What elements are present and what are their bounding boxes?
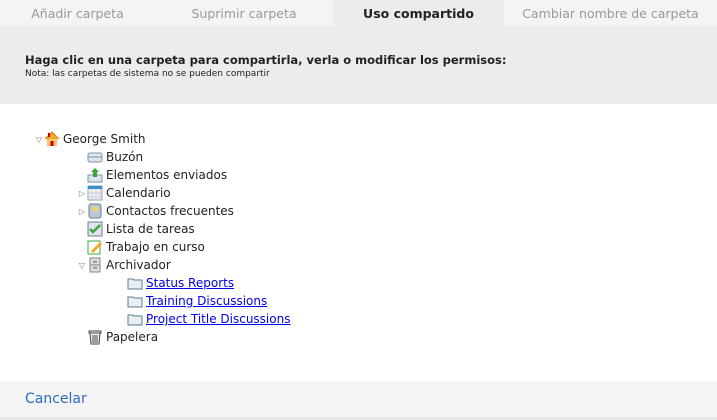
tree-item-archive[interactable]: ▽ Archivador	[77, 256, 171, 274]
tree-item-calendar[interactable]: ▷ Calendario	[77, 184, 171, 202]
calendar-icon	[87, 185, 103, 201]
tree-item-label: Papelera	[106, 330, 159, 344]
cancel-button[interactable]: Cancelar	[25, 391, 87, 407]
tab-rename-folder[interactable]: Cambiar nombre de carpeta	[504, 0, 717, 26]
tree-item-inbox[interactable]: Buzón	[87, 148, 143, 166]
folder-link[interactable]: Status Reports	[146, 276, 234, 290]
tab-bar: Añadir carpeta Suprimir carpeta Uso comp…	[0, 0, 717, 26]
collapse-icon[interactable]: ▽	[34, 135, 44, 144]
tab-sharing[interactable]: Uso compartido	[333, 0, 504, 26]
tree-item-contacts[interactable]: ▷ Contactos frecuentes	[77, 202, 234, 220]
tree-item-label: Elementos enviados	[106, 168, 228, 182]
tree-item-training-discussions[interactable]: Training Discussions	[127, 292, 267, 310]
tree-item-status-reports[interactable]: Status Reports	[127, 274, 234, 292]
footer: Cancelar	[0, 381, 717, 420]
tab-add-folder[interactable]: Añadir carpeta	[0, 0, 155, 26]
folder-icon	[127, 275, 143, 291]
folder-icon	[127, 293, 143, 309]
tree-item-label: Contactos frecuentes	[106, 204, 234, 218]
tree-item-project-title-discussions[interactable]: Project Title Discussions	[127, 310, 290, 328]
drafts-icon	[87, 239, 103, 255]
tree-root-label: George Smith	[63, 132, 146, 146]
trash-icon	[87, 329, 103, 345]
tree-item-label: Calendario	[106, 186, 171, 200]
folder-link[interactable]: Project Title Discussions	[146, 312, 290, 326]
collapse-icon[interactable]: ▽	[77, 261, 87, 270]
contacts-icon	[87, 203, 103, 219]
tree-root[interactable]: ▽ George Smith	[34, 130, 146, 148]
tree-item-label: Trabajo en curso	[106, 240, 205, 254]
tree-item-trash[interactable]: Papelera	[87, 328, 158, 346]
folder-icon	[127, 311, 143, 327]
tree-item-label: Lista de tareas	[106, 222, 195, 236]
instructions-title: Haga clic en una carpeta para compartirl…	[25, 53, 507, 67]
expand-icon[interactable]: ▷	[77, 189, 87, 198]
filing-cabinet-icon	[87, 257, 103, 273]
tree-item-drafts[interactable]: Trabajo en curso	[87, 238, 205, 256]
tree-item-label: Buzón	[106, 150, 144, 164]
tab-delete-folder[interactable]: Suprimir carpeta	[155, 0, 333, 26]
instructions-note: Nota: las carpetas de sistema no se pued…	[25, 69, 270, 79]
instructions-panel: Haga clic en una carpeta para compartirl…	[0, 26, 717, 104]
sent-items-icon	[87, 167, 103, 183]
tree-item-label: Archivador	[106, 258, 171, 272]
tree-item-tasks[interactable]: Lista de tareas	[87, 220, 195, 238]
tasks-icon	[87, 221, 103, 237]
expand-icon[interactable]: ▷	[77, 207, 87, 216]
inbox-icon	[87, 149, 103, 165]
home-icon	[44, 131, 60, 147]
tree-item-sent[interactable]: Elementos enviados	[87, 166, 227, 184]
folder-link[interactable]: Training Discussions	[146, 294, 267, 308]
